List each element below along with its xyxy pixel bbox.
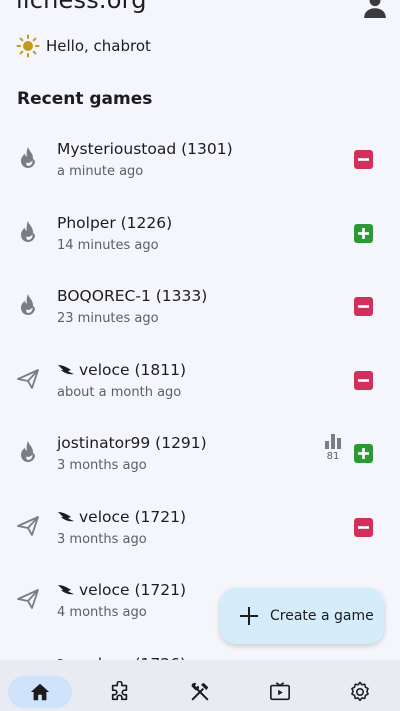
- nav-tools[interactable]: [160, 660, 240, 711]
- create-game-label: Create a game: [270, 608, 374, 624]
- plus-icon: [358, 448, 369, 459]
- nav-puzzles[interactable]: [80, 660, 160, 711]
- game-opponent: veloce (1721): [57, 508, 186, 526]
- minus-icon: [358, 525, 369, 529]
- create-game-button[interactable]: Create a game: [220, 588, 384, 644]
- greeting: Hello, chabrot: [16, 34, 151, 58]
- game-row[interactable]: Mysterioustoad (1301) a minute ago: [0, 127, 400, 201]
- tools-icon: [191, 682, 209, 700]
- game-opponent: jostinator99 (1291): [57, 434, 207, 452]
- fire-icon: [16, 146, 40, 170]
- game-opponent: veloce (1811): [57, 361, 186, 379]
- game-row[interactable]: veloce (1721) 3 months ago: [0, 495, 400, 569]
- game-opponent: Mysterioustoad (1301): [57, 140, 233, 158]
- bot-icon: [57, 363, 75, 377]
- minus-icon: [358, 305, 369, 308]
- game-time: 3 months ago: [57, 531, 147, 547]
- game-time: 14 minutes ago: [57, 237, 159, 253]
- loss-badge: [354, 370, 373, 390]
- game-time: 4 months ago: [57, 605, 147, 620]
- game-row[interactable]: Pholper (1226) 14 minutes ago: [0, 201, 400, 275]
- game-opponent: BOQOREC-1 (1333): [57, 287, 208, 305]
- paper-plane-icon: [16, 367, 40, 391]
- game-row[interactable]: veloce (1811) about a month ago: [0, 348, 400, 422]
- greeting-text: Hello, chabrot: [46, 37, 151, 55]
- minus-icon: [358, 378, 369, 382]
- tv-icon: [270, 681, 290, 700]
- analysis-stats[interactable]: 81: [322, 433, 344, 462]
- settings-icon: [351, 681, 369, 701]
- bottom-navigation: [0, 660, 400, 711]
- app-bar: lichess.org: [0, 0, 400, 18]
- loss-badge: [354, 517, 373, 537]
- win-badge: [354, 444, 373, 463]
- game-time: 23 minutes ago: [57, 311, 159, 326]
- bot-icon: [57, 583, 75, 597]
- game-opponent: Pholper (1226): [57, 213, 173, 232]
- bot-icon: [57, 510, 75, 524]
- paper-plane-icon: [16, 587, 40, 611]
- bar-chart-icon: [325, 434, 341, 449]
- sun-icon: [16, 34, 40, 58]
- fire-icon: [16, 440, 40, 464]
- home-icon: [30, 683, 50, 700]
- recent-games-title: Recent games: [17, 89, 153, 109]
- app-title: lichess.org: [16, 0, 147, 14]
- nav-watch[interactable]: [240, 660, 320, 711]
- nav-settings[interactable]: [320, 660, 400, 711]
- minus-icon: [358, 158, 369, 161]
- loss-badge: [354, 297, 373, 316]
- puzzle-icon: [111, 680, 128, 700]
- loss-badge: [354, 150, 373, 169]
- profile-icon[interactable]: [362, 0, 388, 18]
- game-time: 3 months ago: [57, 458, 147, 473]
- nav-home[interactable]: [0, 660, 80, 711]
- fire-icon: [16, 293, 40, 317]
- game-time: about a month ago: [57, 384, 182, 400]
- game-time: a minute ago: [57, 164, 144, 179]
- fire-icon: [16, 220, 40, 244]
- win-badge: [354, 223, 373, 243]
- game-row[interactable]: jostinator99 (1291) 3 months ago 81: [0, 421, 400, 495]
- game-row[interactable]: BOQOREC-1 (1333) 23 minutes ago: [0, 274, 400, 348]
- plus-icon: [358, 227, 369, 239]
- stats-count: 81: [326, 451, 340, 462]
- game-opponent: veloce (1721): [57, 581, 186, 599]
- plus-icon: [240, 607, 258, 625]
- paper-plane-icon: [16, 514, 40, 538]
